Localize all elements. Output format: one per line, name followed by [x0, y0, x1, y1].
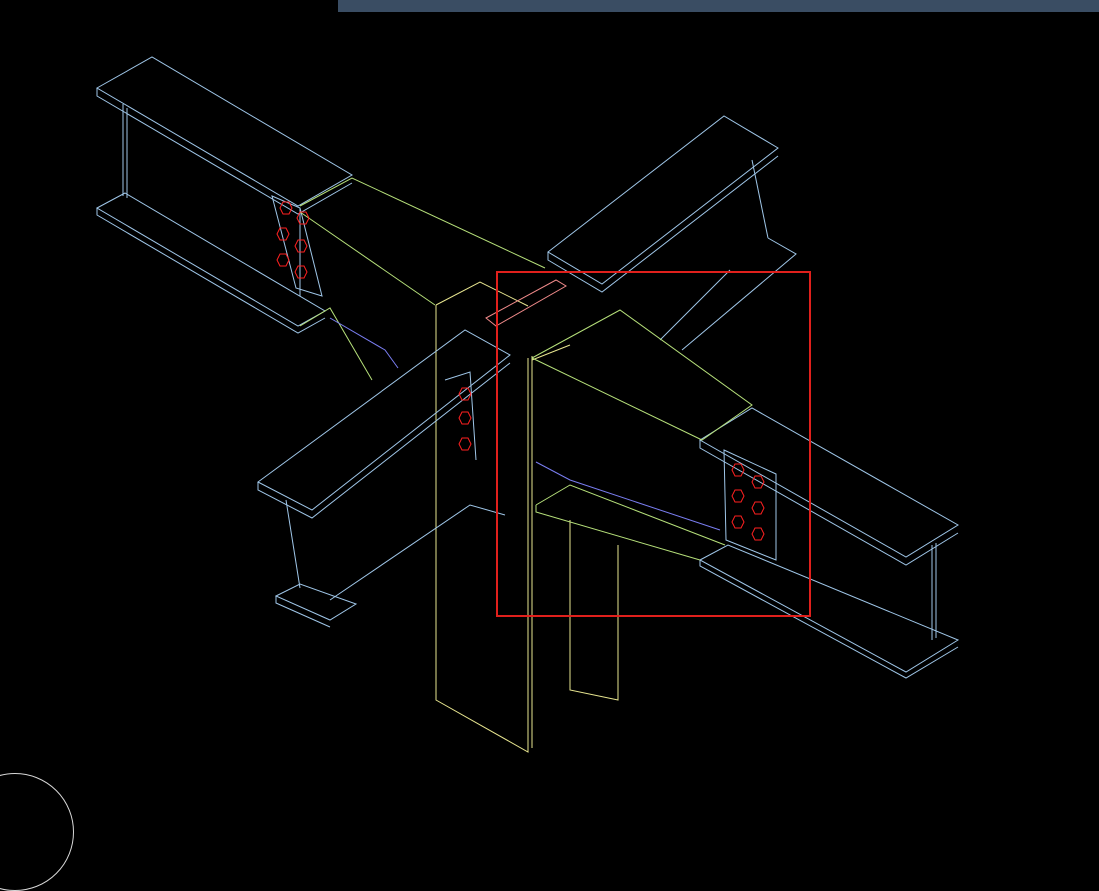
hexagon-bolt-icon	[279, 201, 293, 215]
lower-right-haunch-bottom	[535, 484, 726, 546]
hexagon-bolt-icon	[751, 501, 765, 515]
lower-left-beam-web-edge	[285, 499, 301, 589]
hexagon-bolt-icon	[294, 239, 308, 253]
column-web-face	[569, 520, 619, 701]
top-banner	[338, 0, 1099, 12]
lower-left-bolt-group	[458, 387, 472, 451]
lower-left-beam-web-line	[329, 504, 506, 601]
upper-right-beam	[547, 115, 797, 351]
upper-right-beam-web-diag	[659, 269, 731, 341]
hexagon-bolt-icon	[294, 265, 308, 279]
lower-right-beam	[698, 407, 960, 679]
hexagon-bolt-icon	[458, 437, 472, 451]
hexagon-bolt-icon	[276, 253, 290, 267]
hexagon-bolt-icon	[458, 411, 472, 425]
hexagon-bolt-icon	[731, 489, 745, 503]
hexagon-bolt-icon	[751, 475, 765, 489]
upper-left-beam-bottom-flange	[95, 192, 327, 327]
upper-left-beam-bottom-flange-edge	[96, 208, 326, 334]
lower-right-haunch-top-flange	[531, 309, 753, 441]
upper-left-beam-top-flange	[95, 56, 353, 207]
upper-right-beam-top-flange	[547, 115, 779, 285]
stiffener-plate	[485, 279, 567, 327]
lower-left-beam-top-flange	[257, 329, 511, 511]
lower-left-beam-bottom-flange	[274, 583, 358, 621]
upper-right-beam-top-flange-edge	[547, 155, 779, 293]
upper-right-beam-bottom-flange	[681, 237, 797, 351]
hexagon-bolt-icon	[731, 515, 745, 529]
upper-right-beam-web-edge	[751, 159, 769, 239]
upper-left-beam	[95, 56, 353, 334]
steel-connection-drawing	[95, 56, 960, 753]
upper-left-bolt-group	[276, 201, 310, 279]
lower-left-beam	[257, 329, 511, 628]
lower-right-beam-bottom-flange-edge	[699, 560, 959, 679]
upper-left-beam-top-flange-edge	[96, 88, 353, 215]
upper-left-haunch	[299, 177, 546, 381]
hexagon-bolt-icon	[751, 527, 765, 541]
lower-right-beam-bottom-flange	[698, 544, 960, 673]
lower-left-beam-top-flange-edge	[257, 362, 511, 519]
column	[435, 281, 619, 753]
column-front-face	[435, 305, 529, 753]
lower-right-beam-top-flange	[699, 407, 959, 558]
cad-viewport[interactable]	[0, 0, 1099, 891]
lower-left-beam-bottom-flange-edge	[275, 596, 331, 628]
upper-left-end-plate	[271, 195, 323, 297]
